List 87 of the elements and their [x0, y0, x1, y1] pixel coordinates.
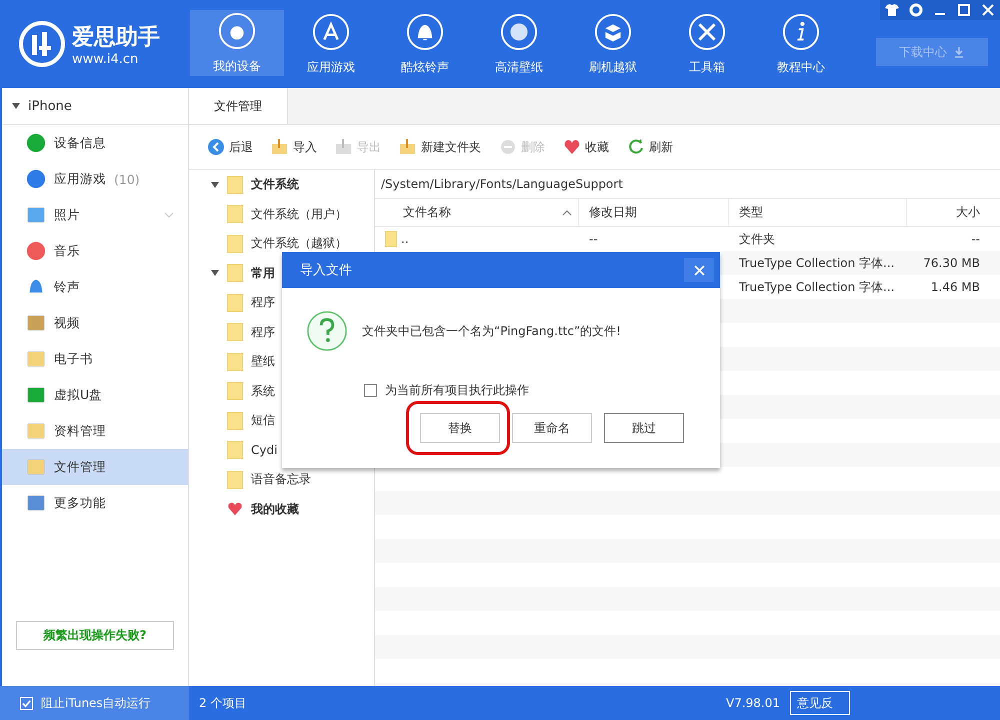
feedback-button[interactable]: 意见反: [790, 691, 850, 715]
checkbox-label[interactable]: 为当前所有项目执行此操作: [385, 382, 529, 399]
folder-icon: [227, 234, 243, 253]
tree-item[interactable]: 系统: [189, 376, 374, 406]
nav-tab[interactable]: 工具箱: [660, 0, 754, 88]
column-header[interactable]: 大小: [907, 199, 1000, 226]
dialog-title: 导入文件: [300, 262, 352, 279]
delete-icon: [499, 138, 517, 156]
nav-tab[interactable]: 酷炫铃声: [378, 0, 472, 88]
tree-item[interactable]: 文件系统（越狱）: [189, 229, 374, 258]
column-header[interactable]: 文件名称: [375, 199, 579, 226]
tree-item[interactable]: 我的收藏: [189, 494, 374, 524]
tree-item[interactable]: Cydi: [189, 436, 374, 465]
folder-icon: [227, 382, 243, 400]
export-icon: [335, 138, 353, 156]
table-cell: 76.30 MB: [923, 256, 980, 270]
folder-icon: [227, 264, 243, 282]
toolbar-button[interactable]: 收藏: [563, 138, 609, 156]
table-cell: ..: [401, 232, 409, 246]
nav-tab[interactable]: 刷机越狱: [566, 0, 660, 88]
device-header[interactable]: iPhone: [2, 88, 188, 125]
tab[interactable]: 文件管理: [189, 88, 288, 124]
table-cell: --: [589, 232, 598, 246]
path-text: /System/Library/Fonts/LanguageSupport: [375, 170, 1000, 199]
table-cell: TrueType Collection 字体...: [739, 254, 894, 272]
import-icon: [271, 138, 289, 156]
app-url: www.i4.cn: [72, 52, 140, 66]
sidebar-item[interactable]: 照片: [2, 197, 188, 233]
heart-icon: [563, 138, 581, 156]
sidebar-item[interactable]: 设备信息: [2, 125, 188, 161]
folder-icon: [227, 205, 243, 224]
sidebar-item[interactable]: 资料管理: [2, 413, 188, 449]
folder-icon: [227, 176, 243, 194]
folder-icon: [227, 352, 243, 371]
sidebar-item[interactable]: 电子书: [2, 341, 188, 377]
sort-ascending-icon: [562, 210, 572, 216]
folder-icon: [227, 441, 243, 460]
tree-item[interactable]: 壁纸: [189, 347, 374, 376]
tree-item[interactable]: 程序: [189, 288, 374, 318]
dialog-button[interactable]: 重命名: [512, 413, 592, 443]
close-button[interactable]: [684, 258, 714, 282]
tree-item[interactable]: 文件系统（用户）: [189, 200, 374, 229]
version-text: V7.98.01: [726, 696, 780, 710]
sidebar-item[interactable]: 音乐: [2, 233, 188, 269]
tree-item[interactable]: 文件系统: [189, 170, 374, 200]
sidebar-item[interactable]: 虚拟U盘: [2, 377, 188, 413]
nav-tab[interactable]: 高清壁纸: [472, 0, 566, 88]
toolbar-button[interactable]: 后退: [207, 138, 253, 156]
nav-tab[interactable]: 教程中心: [754, 0, 848, 88]
new-folder-icon: [399, 138, 417, 156]
toolbar-button[interactable]: 刷新: [627, 138, 673, 156]
toolbar-button[interactable]: 导入: [271, 138, 317, 156]
close-icon: [694, 264, 704, 276]
bell-icon: [406, 12, 444, 50]
column-header[interactable]: 修改日期: [579, 199, 729, 226]
folder-icon: [385, 231, 397, 247]
folder-icon: [227, 294, 243, 312]
tree-item[interactable]: 语音备忘录: [189, 465, 374, 494]
table-cell: --: [971, 232, 980, 246]
sidebar-item[interactable]: 铃声: [2, 269, 188, 305]
table-cell: TrueType Collection 字体...: [739, 278, 894, 296]
column-header[interactable]: 类型: [729, 199, 907, 226]
folder-icon: [227, 323, 243, 342]
question-icon: [306, 310, 348, 352]
sidebar-item[interactable]: 文件管理: [2, 449, 188, 485]
dialog-button[interactable]: 替换: [420, 413, 500, 443]
nav-tab[interactable]: 应用游戏: [284, 0, 378, 88]
tree-item[interactable]: 短信: [189, 406, 374, 436]
toolbar-button[interactable]: 新建文件夹: [399, 138, 481, 156]
download-icon: [953, 46, 965, 58]
help-button[interactable]: 频繁出现操作失败?: [16, 621, 174, 650]
nav-tab[interactable]: 我的设备: [190, 10, 284, 76]
folder-icon: [227, 412, 243, 430]
folder-icon: [227, 470, 243, 489]
logo-icon: [18, 20, 66, 68]
item-count: 2 个项目: [199, 694, 246, 712]
box-icon: [594, 12, 632, 50]
sidebar-item[interactable]: 视频: [2, 305, 188, 341]
table-cell: 文件夹: [739, 230, 775, 248]
table-cell: 1.46 MB: [930, 280, 980, 294]
dialog-button[interactable]: 跳过: [604, 413, 684, 443]
sidebar-item[interactable]: 应用游戏 (10): [2, 161, 188, 197]
refresh-icon: [627, 138, 645, 156]
sidebar-item[interactable]: 更多功能: [2, 485, 188, 521]
checkbox[interactable]: [364, 384, 377, 397]
app-name: 爱思助手: [72, 24, 160, 52]
dialog-message: 文件夹中已包含一个名为“PingFang.ttc”的文件!: [362, 322, 621, 340]
